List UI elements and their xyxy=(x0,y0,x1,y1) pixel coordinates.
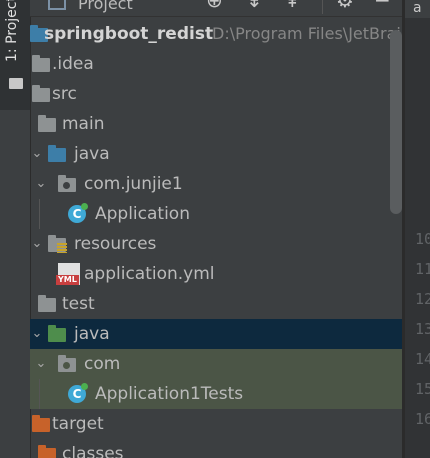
tree-item-label: test xyxy=(62,294,95,314)
collapse-all-icon[interactable]: ⇟ xyxy=(246,0,263,10)
tree-row-target[interactable]: target xyxy=(30,409,403,439)
folder-icon xyxy=(9,78,23,89)
editor-gutter: a 10 11 12 13 14 15 16 xyxy=(405,0,430,458)
chevron-down-icon[interactable]: ⌄ xyxy=(34,169,48,199)
tree-row-application-yml[interactable]: YML application.yml xyxy=(30,259,403,289)
root-project-name: springboot_redist xyxy=(44,24,214,44)
tree-item-label: resources xyxy=(74,234,157,254)
source-folder-icon xyxy=(48,145,66,162)
tree-row-test-java[interactable]: ⌄ java xyxy=(30,319,403,349)
tree-scrollbar[interactable] xyxy=(390,30,402,214)
tree-row-idea[interactable]: .idea xyxy=(30,49,403,79)
tree-row-package-junjie1[interactable]: ⌄ com.junjie1 xyxy=(30,169,403,199)
folder-icon xyxy=(32,55,50,72)
tree-row-resources[interactable]: ⌄ resources xyxy=(30,229,403,259)
tree-row-application1tests-class[interactable]: C Application1Tests xyxy=(30,379,403,409)
excluded-folder-icon xyxy=(38,445,56,458)
tree-row-main[interactable]: main xyxy=(30,109,403,139)
tree-item-label: java xyxy=(74,324,110,344)
gear-icon[interactable]: ⚙ xyxy=(336,0,354,10)
resources-folder-icon xyxy=(48,235,67,253)
tree-row-root[interactable]: springboot_redist D:\Program Files\JetBr… xyxy=(30,19,403,49)
minimize-icon[interactable]: − xyxy=(374,0,391,10)
tree-guide-line xyxy=(39,379,40,409)
folder-icon xyxy=(38,295,56,312)
chevron-down-icon[interactable]: ⌄ xyxy=(30,319,44,349)
tree-row-src[interactable]: src xyxy=(30,79,403,109)
header-divider xyxy=(322,0,323,14)
tree-row-application-class[interactable]: C Application xyxy=(30,199,403,229)
line-number: 13 xyxy=(415,320,430,338)
line-number: 15 xyxy=(415,380,430,398)
tree-item-label: Application xyxy=(95,204,190,224)
yml-file-icon: YML xyxy=(56,263,80,285)
tree-item-label: main xyxy=(62,114,105,134)
root-project-path: D:\Program Files\JetBrains xyxy=(212,24,403,43)
class-icon: C xyxy=(68,203,88,223)
folder-icon xyxy=(38,115,56,132)
tree-row-classes[interactable]: classes xyxy=(30,439,403,458)
tree-item-label: com.junjie1 xyxy=(84,174,183,194)
tree-item-label: java xyxy=(74,144,110,164)
package-icon xyxy=(58,355,76,372)
tree-item-label: src xyxy=(52,84,77,104)
chevron-down-icon[interactable]: ⌄ xyxy=(30,139,44,169)
line-number: 16 xyxy=(415,410,430,428)
expand-icon[interactable]: ⇞ xyxy=(284,0,301,10)
project-icon xyxy=(48,0,66,10)
chevron-down-icon[interactable]: ⌄ xyxy=(34,349,48,379)
tree-item-label: com xyxy=(84,354,121,374)
tree-row-main-java[interactable]: ⌄ java xyxy=(30,139,403,169)
excluded-folder-icon xyxy=(32,415,50,432)
chevron-down-icon[interactable]: ⌄ xyxy=(30,229,44,259)
locate-icon[interactable]: ⊕ xyxy=(206,0,223,10)
project-tool-window: 1: Project Project ⊕ ⇟ ⇞ ⚙ − springboot_… xyxy=(0,0,430,458)
tree-item-label: target xyxy=(52,414,104,434)
tool-window-strip: 1: Project xyxy=(0,0,31,458)
tree-item-label: application.yml xyxy=(84,264,215,284)
project-view-selector[interactable]: Project xyxy=(78,0,133,13)
tree-item-label: classes xyxy=(62,444,124,458)
tree-row-package-com[interactable]: ⌄ com xyxy=(30,349,403,379)
project-tool-tab-label: 1: Project xyxy=(4,0,20,62)
tree-item-label: Application1Tests xyxy=(95,384,244,404)
tree-item-label: .idea xyxy=(52,54,94,74)
line-number: 11 xyxy=(415,260,430,278)
project-tool-tab[interactable]: 1: Project xyxy=(0,0,30,110)
package-icon xyxy=(58,175,76,192)
tree-row-test[interactable]: test xyxy=(30,289,403,319)
project-header: Project ⊕ ⇟ ⇞ ⚙ − xyxy=(30,0,402,17)
line-number: 12 xyxy=(415,290,430,308)
test-source-folder-icon xyxy=(48,325,66,342)
line-number: 14 xyxy=(415,350,430,368)
project-tree: springboot_redist D:\Program Files\JetBr… xyxy=(30,17,403,458)
editor-tab[interactable]: a xyxy=(405,0,430,18)
line-number: 10 xyxy=(415,230,430,248)
folder-icon xyxy=(32,85,50,102)
class-icon: C xyxy=(68,383,88,403)
